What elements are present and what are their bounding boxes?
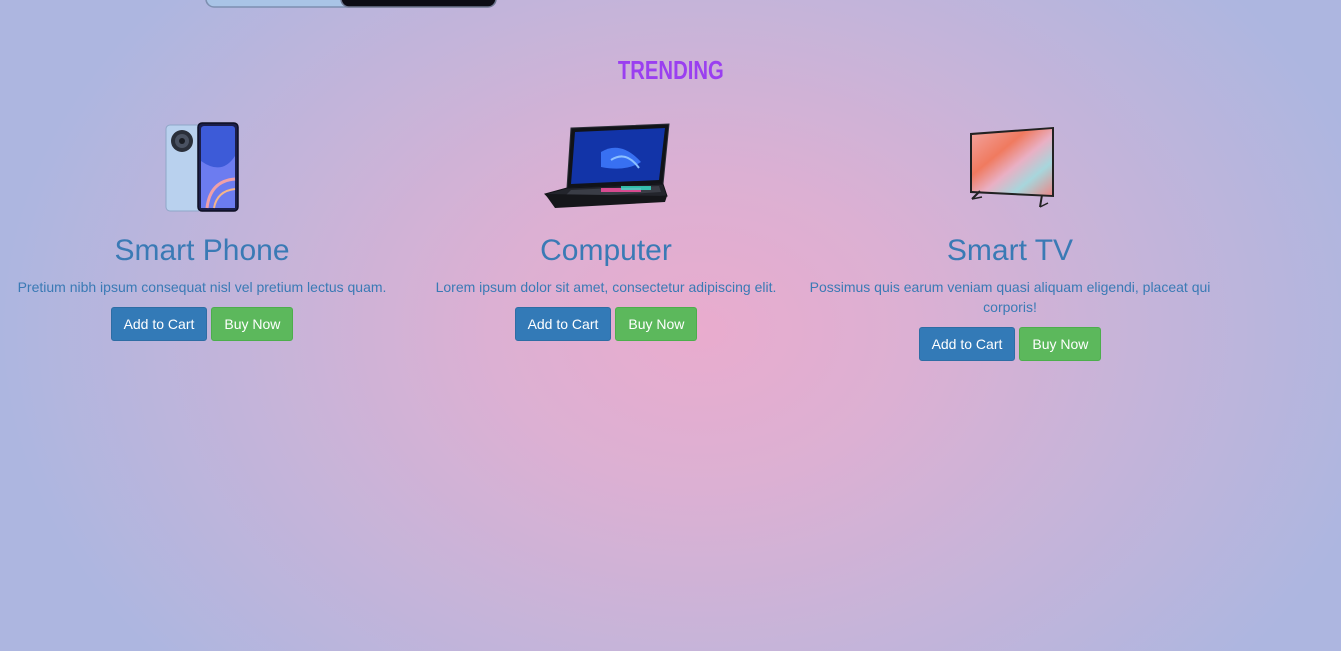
section-heading: TRENDING — [617, 55, 724, 85]
product-actions: Add to Cart Buy Now — [0, 307, 404, 341]
smartphone-image — [0, 118, 404, 216]
laptop-image — [404, 118, 808, 216]
hero-product-image — [205, 0, 497, 8]
buy-now-button[interactable]: Buy Now — [615, 307, 698, 341]
product-actions: Add to Cart Buy Now — [808, 327, 1212, 361]
buy-now-button[interactable]: Buy Now — [211, 307, 294, 341]
product-card-computer: Computer Lorem ipsum dolor sit amet, con… — [404, 118, 808, 341]
television-image — [808, 118, 1212, 216]
add-to-cart-button[interactable]: Add to Cart — [514, 307, 612, 341]
product-title: Smart TV — [946, 234, 1074, 267]
product-title: Computer — [540, 234, 672, 267]
add-to-cart-button[interactable]: Add to Cart — [918, 327, 1016, 361]
product-actions: Add to Cart Buy Now — [404, 307, 808, 341]
product-card-smart-tv: Smart TV Possimus quis earum veniam quas… — [808, 118, 1212, 361]
buy-now-button[interactable]: Buy Now — [1019, 327, 1102, 361]
product-description: Pretium nibh ipsum consequat nisl vel pr… — [17, 279, 387, 295]
product-card-smart-phone: Smart Phone Pretium nibh ipsum consequat… — [0, 118, 404, 341]
product-description: Possimus quis earum veniam quasi aliquam… — [809, 279, 1211, 315]
add-to-cart-button[interactable]: Add to Cart — [110, 307, 208, 341]
product-description: Lorem ipsum dolor sit amet, consectetur … — [435, 279, 777, 295]
product-title: Smart Phone — [114, 234, 290, 267]
